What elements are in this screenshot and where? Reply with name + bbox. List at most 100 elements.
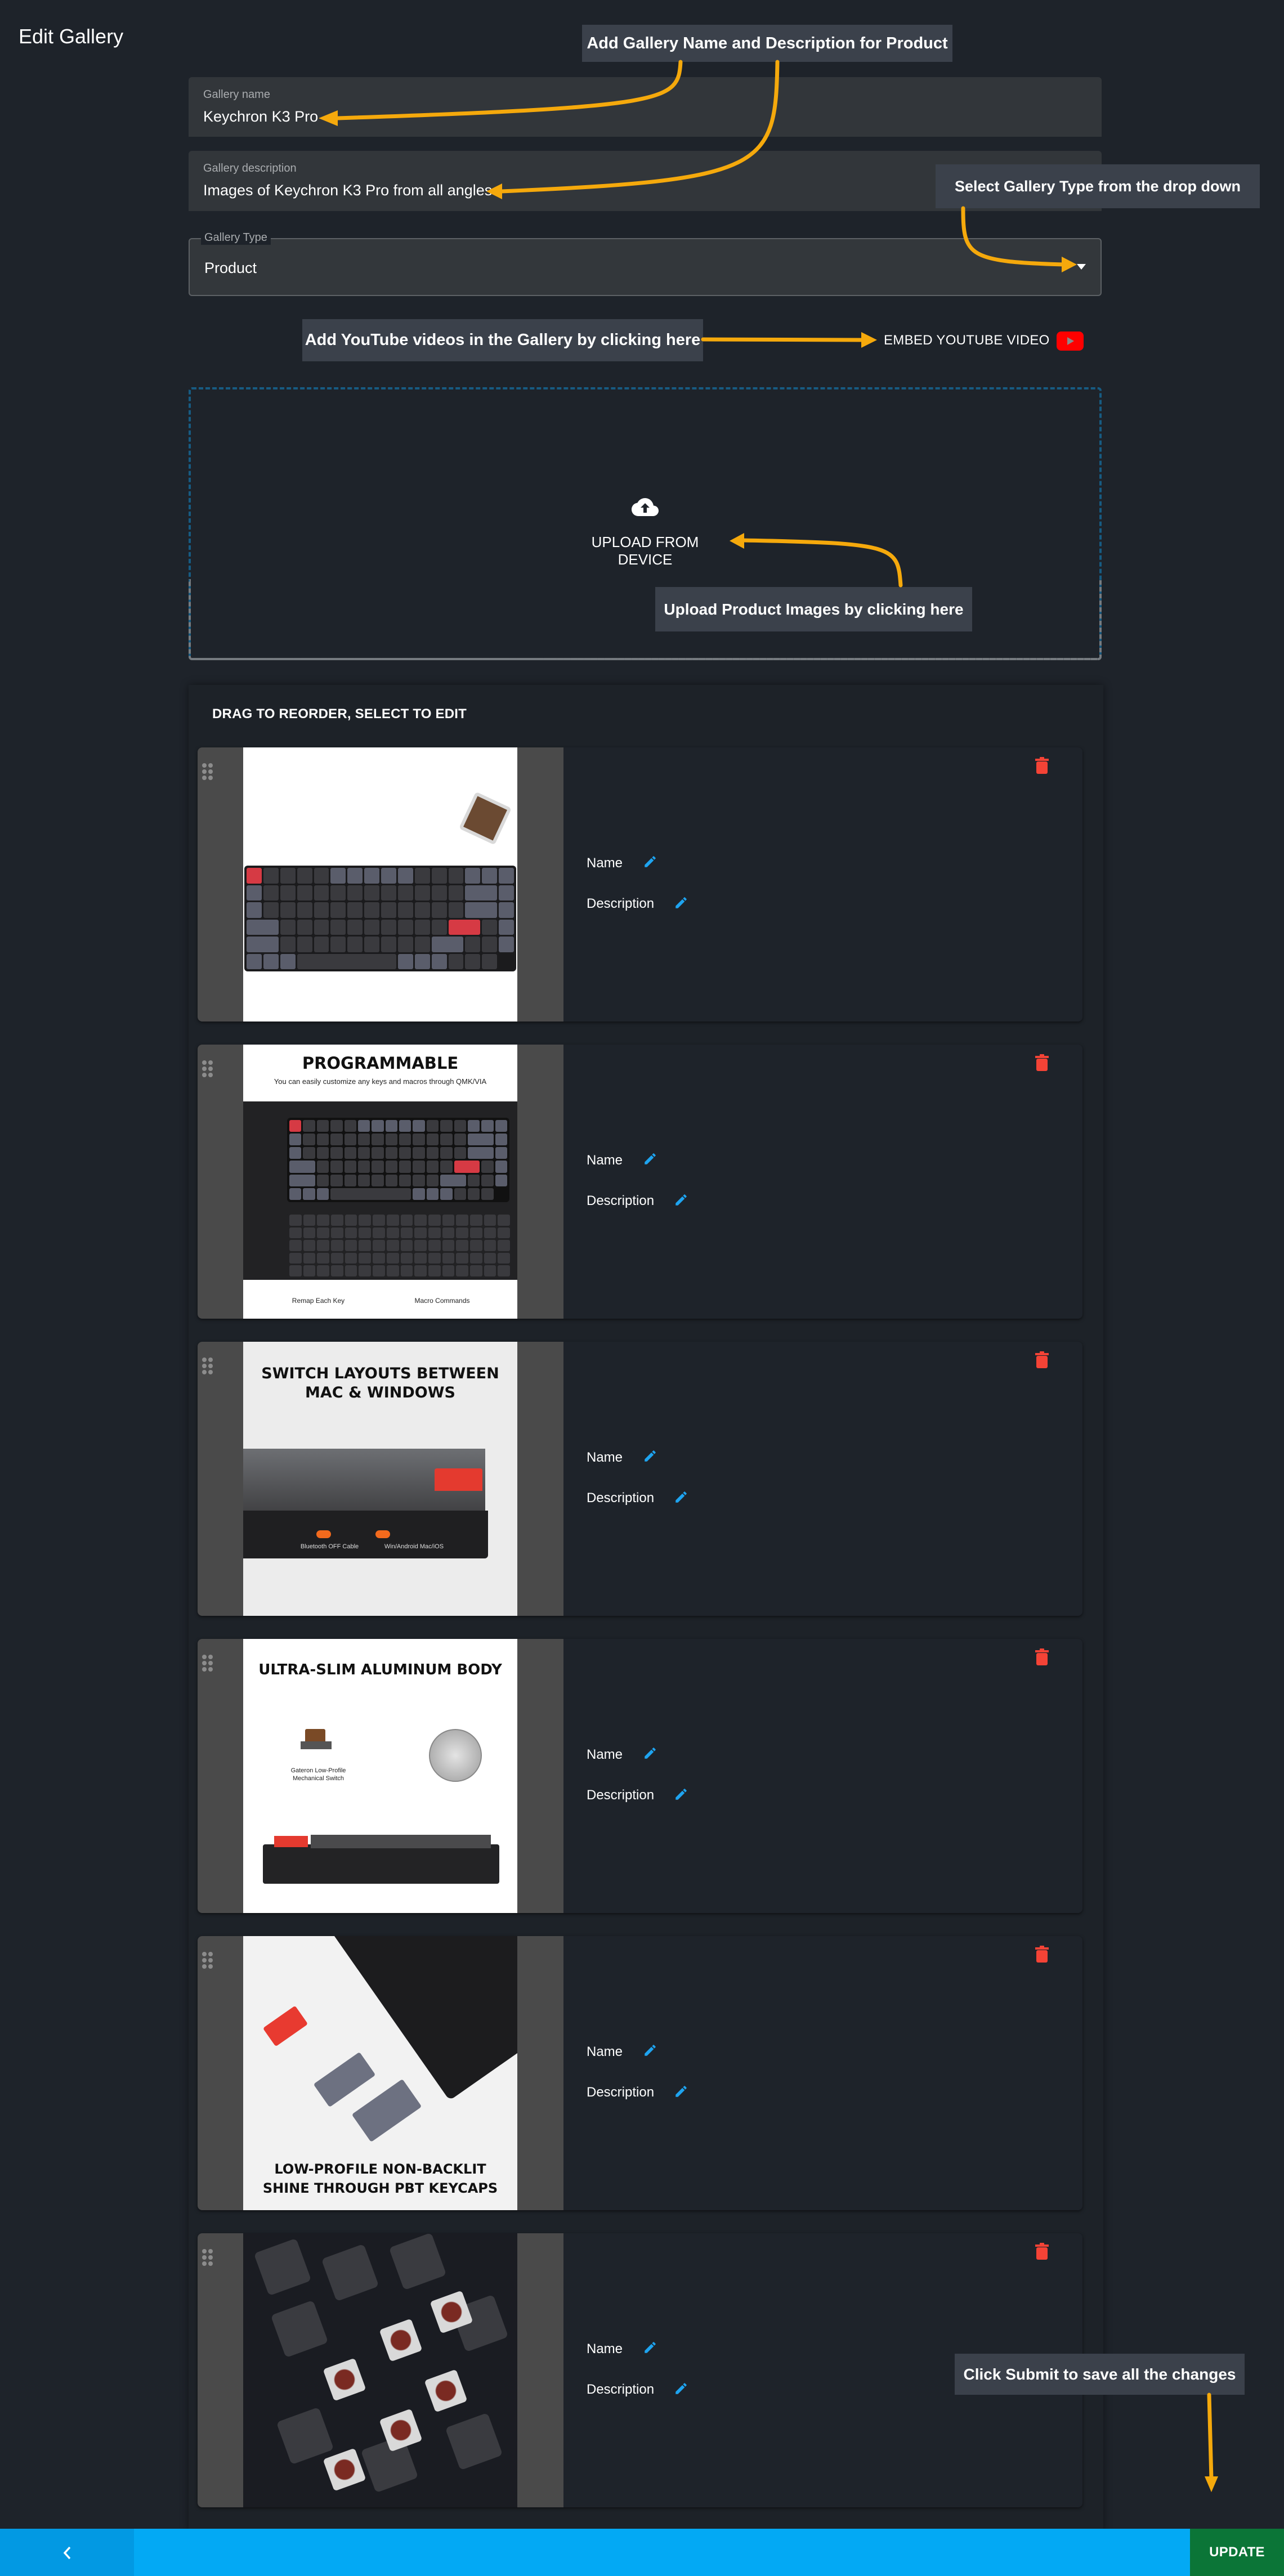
image-heading: SWITCH LAYOUTS BETWEEN (261, 1365, 499, 1382)
drag-handle-icon[interactable] (202, 1358, 213, 1374)
item-description-label: Description (587, 1787, 655, 1803)
image-padding (517, 747, 563, 1022)
delete-icon[interactable] (1035, 1648, 1049, 1665)
delete-icon[interactable] (1035, 1351, 1049, 1368)
item-name-label: Name (587, 1747, 623, 1762)
gallery-type-value: Product (204, 259, 257, 276)
embed-youtube-button[interactable]: EMBED YOUTUBE VIDEO (884, 333, 1050, 348)
drag-handle[interactable] (198, 1342, 243, 1616)
image-caption: Macro Commands (414, 1297, 470, 1305)
gallery-item[interactable]: Name Description (198, 2233, 1082, 2507)
chevron-left-icon (63, 2546, 71, 2560)
gallery-item[interactable]: PROGRAMMABLE You can easily customize an… (198, 1045, 1082, 1319)
gallery-type-select[interactable]: Gallery Type Product (189, 230, 1102, 296)
image-caption: Mechanical Switch (292, 1775, 345, 1782)
gallery-item[interactable]: LOW-PROFILE NON-BACKLIT SHINE THROUGH PB… (198, 1936, 1082, 2210)
page-title: Edit Gallery (19, 25, 124, 48)
cloud-upload-icon[interactable] (631, 497, 659, 518)
gallery-name-label: Gallery name (203, 88, 270, 101)
footer-bar: UPDATE (0, 2529, 1284, 2576)
update-button[interactable]: UPDATE (1190, 2529, 1284, 2576)
drag-handle[interactable] (198, 1936, 243, 2210)
item-name-label: Name (587, 1450, 623, 1465)
item-name-label: Name (587, 1153, 623, 1168)
annotation-upload: Upload Product Images by clicking here (655, 587, 972, 631)
image-heading: ULTRA-SLIM ALUMINUM BODY (258, 1661, 502, 1678)
gallery-item-image[interactable]: PROGRAMMABLE You can easily customize an… (243, 1045, 517, 1319)
image-padding (517, 1639, 563, 1913)
annotation-youtube: Add YouTube videos in the Gallery by cli… (302, 319, 703, 361)
gallery-type-label: Gallery Type (201, 230, 271, 245)
item-description-label: Description (587, 1193, 655, 1208)
youtube-icon[interactable] (1057, 331, 1084, 351)
annotation-submit: Click Submit to save all the changes (955, 2354, 1245, 2395)
image-padding (517, 2233, 563, 2507)
edit-description-icon[interactable] (674, 1193, 688, 1207)
image-caption: Gateron Low-Profile (290, 1767, 346, 1774)
item-description-label: Description (587, 1490, 655, 1506)
arrowhead (861, 332, 877, 348)
edit-name-icon[interactable] (643, 2340, 657, 2355)
item-name-label: Name (587, 855, 623, 871)
image-padding (517, 1045, 563, 1319)
edit-name-icon[interactable] (643, 1152, 657, 1166)
delete-icon[interactable] (1035, 2243, 1049, 2260)
arrow-to-embed (701, 337, 866, 342)
delete-icon[interactable] (1035, 1946, 1049, 1963)
image-padding (517, 1342, 563, 1616)
edit-description-icon[interactable] (674, 1787, 688, 1802)
image-caption: Win/Android Mac/iOS (384, 1543, 444, 1550)
gallery-list-header: DRAG TO REORDER, SELECT TO EDIT (212, 706, 467, 722)
image-heading: MAC & WINDOWS (305, 1384, 455, 1401)
drag-handle-icon[interactable] (202, 763, 213, 780)
drag-handle-icon[interactable] (202, 1655, 213, 1672)
image-padding (517, 1936, 563, 2210)
drag-handle[interactable] (198, 2233, 243, 2507)
drag-handle[interactable] (198, 1639, 243, 1913)
item-name-label: Name (587, 2341, 623, 2357)
gallery-item-image[interactable]: SWITCH LAYOUTS BETWEEN MAC & WINDOWS Blu… (243, 1342, 517, 1616)
item-description-label: Description (587, 896, 655, 911)
item-description-label: Description (587, 2085, 655, 2100)
arrow-to-update (1207, 2393, 1214, 2481)
item-description-label: Description (587, 2382, 655, 2397)
edit-description-icon[interactable] (674, 2084, 688, 2099)
delete-icon[interactable] (1035, 757, 1049, 774)
drag-handle-icon[interactable] (202, 2249, 213, 2266)
item-name-label: Name (587, 2044, 623, 2059)
gallery-name-field[interactable]: Gallery name (189, 77, 1102, 137)
arrowhead (1205, 2476, 1218, 2492)
drag-handle[interactable] (198, 1045, 243, 1319)
gallery-item[interactable]: ULTRA-SLIM ALUMINUM BODY Gateron Low-Pro… (198, 1639, 1082, 1913)
drag-handle[interactable] (198, 747, 243, 1022)
image-heading: PROGRAMMABLE (302, 1054, 459, 1073)
edit-description-icon[interactable] (674, 1490, 688, 1504)
gallery-list: DRAG TO REORDER, SELECT TO EDIT Name Des… (189, 685, 1103, 2531)
back-button[interactable] (0, 2529, 134, 2576)
edit-name-icon[interactable] (643, 2043, 657, 2058)
gallery-item-image[interactable]: LOW-PROFILE NON-BACKLIT SHINE THROUGH PB… (243, 1936, 517, 2210)
edit-name-icon[interactable] (643, 854, 657, 869)
edit-description-icon[interactable] (674, 895, 688, 910)
gallery-description-label: Gallery description (203, 162, 297, 174)
annotation-name-description: Add Gallery Name and Description for Pro… (582, 25, 952, 62)
annotation-gallery-type: Select Gallery Type from the drop down (936, 164, 1260, 208)
delete-icon[interactable] (1035, 1054, 1049, 1071)
gallery-item-image[interactable] (243, 747, 517, 1022)
upload-from-device-button[interactable]: UPLOAD FROM DEVICE (567, 534, 723, 568)
gallery-item-image[interactable] (243, 2233, 517, 2507)
image-subheading: You can easily customize any keys and ma… (274, 1077, 487, 1086)
edit-name-icon[interactable] (643, 1449, 657, 1463)
drag-handle-icon[interactable] (202, 1952, 213, 1969)
image-heading: SHINE THROUGH PBT KEYCAPS (262, 2180, 498, 2196)
caret-down-icon[interactable] (1077, 264, 1086, 270)
gallery-name-input[interactable] (203, 108, 1048, 126)
edit-description-icon[interactable] (674, 2381, 688, 2396)
gallery-item-image[interactable]: ULTRA-SLIM ALUMINUM BODY Gateron Low-Pro… (243, 1639, 517, 1913)
gallery-item[interactable]: SWITCH LAYOUTS BETWEEN MAC & WINDOWS Blu… (198, 1342, 1082, 1616)
gallery-item[interactable]: Name Description (198, 747, 1082, 1022)
edit-name-icon[interactable] (643, 1746, 657, 1760)
image-heading: LOW-PROFILE NON-BACKLIT (274, 2161, 486, 2177)
gallery-description-input[interactable] (203, 182, 1048, 199)
drag-handle-icon[interactable] (202, 1060, 213, 1077)
